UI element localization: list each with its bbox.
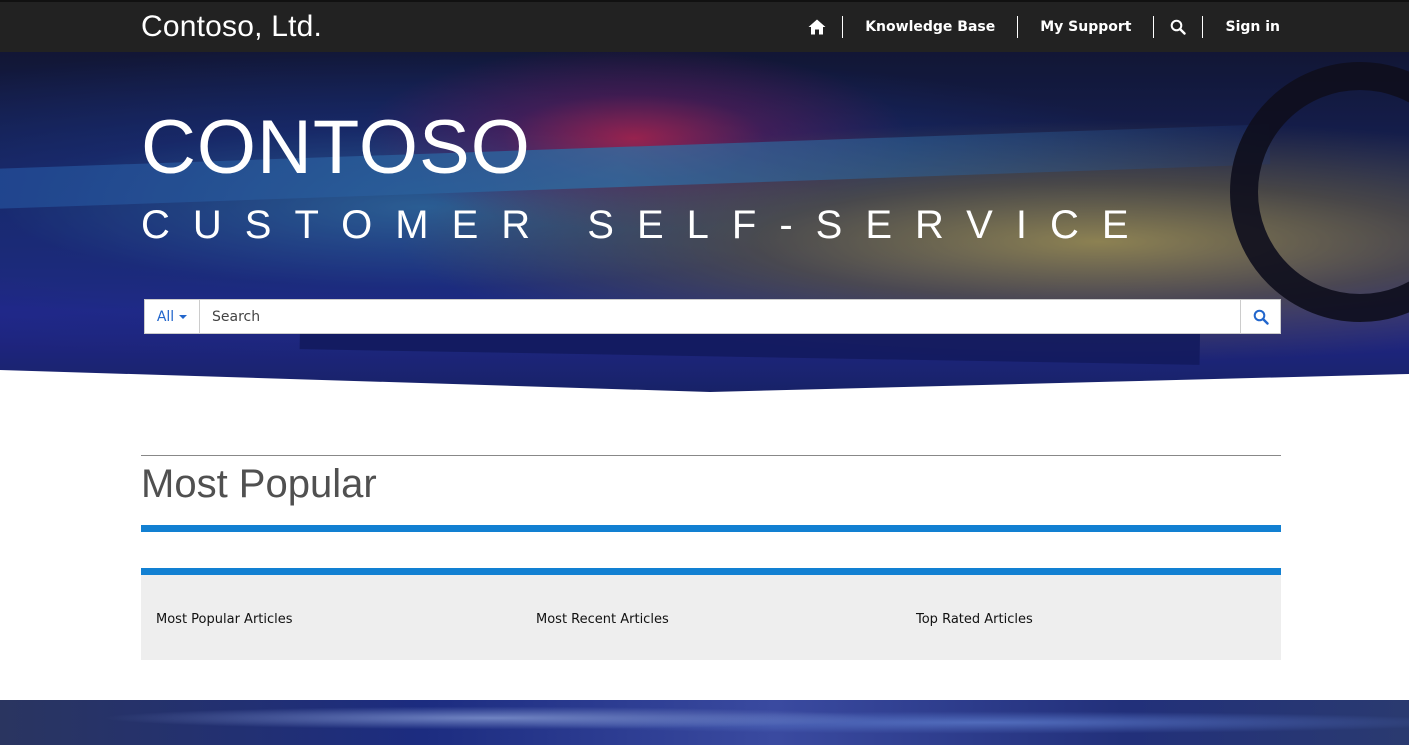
- search-button[interactable]: [1240, 300, 1280, 333]
- top-rated-articles-heading: Top Rated Articles: [916, 612, 1033, 627]
- most-recent-articles-heading: Most Recent Articles: [536, 612, 669, 627]
- search-filter-dropdown[interactable]: All: [145, 300, 200, 333]
- section-divider: [141, 455, 1281, 456]
- search-bar: All: [144, 299, 1281, 334]
- search-filter-label: All: [156, 308, 175, 325]
- search-input[interactable]: [200, 300, 1240, 333]
- nav-search[interactable]: [1154, 16, 1204, 38]
- hero-subtitle: CUSTOMER SELF-SERVICE: [141, 203, 1152, 247]
- nav-home[interactable]: [808, 16, 844, 38]
- hero-curve: [0, 370, 1409, 410]
- accent-bar: [141, 568, 1281, 575]
- main-nav: Knowledge Base My Support Sign in: [808, 2, 1280, 52]
- nav-sign-in[interactable]: Sign in: [1203, 16, 1280, 38]
- brand-logo-text[interactable]: Contoso, Ltd.: [141, 10, 322, 44]
- page: CONTOSO CUSTOMER SELF-SERVICE All Contos…: [0, 0, 1409, 745]
- articles-panel: Most Popular Articles Most Recent Articl…: [141, 575, 1281, 660]
- accent-bar: [141, 525, 1281, 532]
- most-popular-articles-heading: Most Popular Articles: [156, 612, 293, 627]
- nav-my-support[interactable]: My Support: [1018, 16, 1155, 38]
- search-icon: [1171, 19, 1187, 35]
- home-icon: [808, 19, 826, 35]
- section-title: Most Popular: [141, 462, 377, 506]
- nav-knowledge-base[interactable]: Knowledge Base: [843, 16, 1019, 38]
- caret-down-icon: [179, 314, 188, 319]
- search-icon: [1253, 309, 1269, 325]
- top-navigation-bar: Contoso, Ltd. Knowledge Base My Support …: [0, 0, 1409, 52]
- footer-banner-image: [0, 700, 1409, 745]
- hero-title: CONTOSO: [141, 105, 531, 190]
